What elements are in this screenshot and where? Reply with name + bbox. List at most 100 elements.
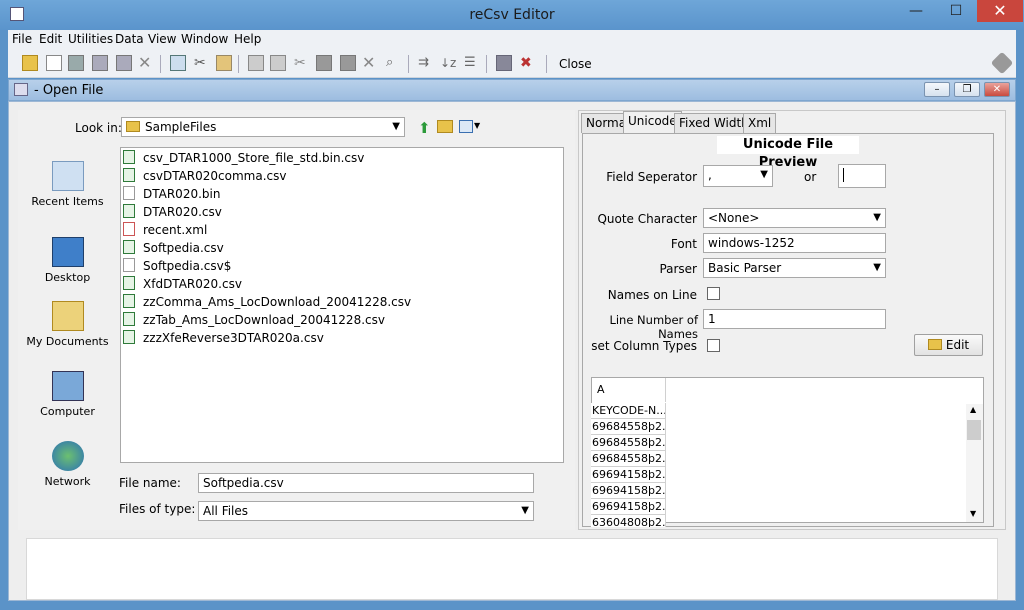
edit-button[interactable]: Edit (914, 334, 983, 356)
file-list-item[interactable]: recent.xml (121, 221, 563, 239)
cut-icon[interactable]: ✂ (194, 55, 210, 71)
font-input[interactable]: windows-1252 (703, 233, 886, 253)
grid-cell[interactable]: 69684558þ2... (591, 451, 666, 467)
files-of-type-combo[interactable]: All Files ▼ (198, 501, 534, 521)
layout-editor-icon[interactable] (496, 55, 512, 71)
grid-cell[interactable]: 69694158þ2... (591, 467, 666, 483)
place-recent-items[interactable]: Recent Items (18, 161, 117, 208)
up-folder-icon[interactable]: ⬆ (418, 119, 431, 137)
view-menu-icon[interactable] (459, 120, 473, 133)
file-list-item[interactable]: zzTab_Ams_LocDownload_20041228.csv (121, 311, 563, 329)
csv-file-icon (123, 330, 135, 344)
field-separator-combo[interactable]: , ▼ (703, 165, 773, 187)
frame-minimize-button[interactable]: – (924, 82, 950, 97)
paste-prior-icon[interactable] (340, 55, 356, 71)
file-list-item[interactable]: DTAR020.csv (121, 203, 563, 221)
paste-record-icon[interactable] (316, 55, 332, 71)
menu-edit[interactable]: Edit (39, 32, 62, 46)
menu-data[interactable]: Data (115, 32, 144, 46)
field-separator-label: Field Seperator (606, 170, 697, 184)
delete-record-icon[interactable]: ✕ (362, 55, 378, 71)
copy-record-icon[interactable] (270, 55, 286, 71)
file-list-item[interactable]: csvDTAR020comma.csv (121, 167, 563, 185)
quote-character-label: Quote Character (597, 212, 697, 226)
quote-character-combo[interactable]: <None> ▼ (703, 208, 886, 228)
frame-maximize-button[interactable]: ❐ (954, 82, 980, 97)
find-icon[interactable]: ⌕ (386, 55, 402, 71)
new-folder-icon[interactable] (437, 120, 453, 133)
place-desktop[interactable]: Desktop (18, 237, 117, 284)
look-in-value: SampleFiles (145, 120, 217, 134)
tools-icon[interactable]: ✖ (520, 55, 536, 71)
network-icon (51, 441, 84, 471)
font-label: Font (670, 237, 697, 251)
file-name-input[interactable]: Softpedia.csv (198, 473, 534, 493)
line-number-input[interactable]: 1 (703, 309, 886, 329)
file-name: DTAR020.bin (143, 187, 221, 201)
maximize-button[interactable]: ☐ (937, 0, 975, 22)
minimize-button[interactable]: — (897, 0, 935, 22)
file-name: XfdDTAR020.csv (143, 277, 242, 291)
parser-combo[interactable]: Basic Parser ▼ (703, 258, 886, 278)
names-on-line-checkbox[interactable] (707, 287, 720, 300)
grid-cell[interactable]: 69694158þ2... (591, 483, 666, 499)
export-icon[interactable] (116, 55, 132, 71)
file-list-item[interactable]: zzComma_Ams_LocDownload_20041228.csv (121, 293, 563, 311)
new-record-icon[interactable] (248, 55, 264, 71)
scroll-thumb[interactable] (967, 420, 981, 440)
sort-icon[interactable]: ↓z (440, 55, 456, 71)
menu-file[interactable]: File (12, 32, 32, 46)
place-my-documents[interactable]: My Documents (18, 301, 117, 348)
save-icon[interactable] (68, 55, 84, 71)
grid-cell[interactable]: 69694158þ2... (591, 499, 666, 515)
paste-icon[interactable] (216, 55, 232, 71)
menu-view[interactable]: View (148, 32, 176, 46)
window-title: reCsv Editor (469, 7, 555, 23)
save-as-icon[interactable] (92, 55, 108, 71)
grid-cell[interactable]: 69684558þ2... (591, 419, 666, 435)
menu-help[interactable]: Help (234, 32, 261, 46)
scroll-up-icon[interactable]: ▲ (970, 405, 976, 414)
csv-file-icon (123, 150, 135, 164)
preview-scrollbar[interactable]: ▲ ▼ (966, 404, 983, 522)
file-list-item[interactable]: csv_DTAR1000_Store_file_std.bin.csv (121, 149, 563, 167)
open-folder-icon[interactable] (22, 55, 38, 71)
copy-icon[interactable] (170, 55, 186, 71)
tab-xml[interactable]: Xml (743, 113, 777, 133)
table-view-icon[interactable]: ☰ (464, 55, 480, 71)
new-file-icon[interactable] (46, 55, 62, 71)
close-window-button[interactable]: ✕ (977, 0, 1023, 22)
place-computer[interactable]: Computer (18, 371, 117, 418)
place-network[interactable]: Network (18, 441, 117, 488)
places-bar: Recent Items Desktop My Documents Comput… (18, 147, 117, 522)
file-list-item[interactable]: Softpedia.csv (121, 239, 563, 257)
grid-cell[interactable]: KEYCODE-N... (591, 403, 666, 419)
frame-close-button[interactable]: ✕ (984, 82, 1010, 97)
grid-cell[interactable]: 69684558þ2... (591, 435, 666, 451)
tab-fixed-width[interactable]: Fixed Width (674, 113, 754, 133)
look-in-combo[interactable]: SampleFiles ▼ (121, 117, 405, 137)
file-list-item[interactable]: zzzXfeReverse3DTAR020a.csv (121, 329, 563, 347)
set-column-types-checkbox[interactable] (707, 339, 720, 352)
file-list-item[interactable]: XfdDTAR020.csv (121, 275, 563, 293)
close-toolbar-button[interactable]: Close (559, 57, 592, 71)
view-menu-chevron-icon[interactable]: ▼ (474, 121, 480, 130)
toolbar-separator (238, 55, 239, 73)
help-diamond-icon[interactable] (990, 51, 1014, 75)
menu-utilities[interactable]: Utilities (68, 32, 113, 46)
tab-unicode[interactable]: Unicode (623, 111, 682, 134)
delete-icon[interactable]: ✕ (138, 55, 154, 71)
file-list-item[interactable]: Softpedia.csv$ (121, 257, 563, 275)
grid-cell[interactable]: 63604808þ2... (591, 515, 666, 527)
filter-icon[interactable]: ⇉ (418, 55, 434, 71)
files-of-type-value: All Files (203, 504, 249, 518)
place-label: My Documents (26, 335, 109, 348)
column-header-a[interactable]: A (592, 378, 666, 402)
menu-window[interactable]: Window (181, 32, 228, 46)
scroll-down-icon[interactable]: ▼ (970, 509, 976, 518)
folder-icon (126, 121, 140, 132)
file-list[interactable]: csv_DTAR1000_Store_file_std.bin.csv csvDT… (120, 147, 564, 463)
cut-record-icon[interactable]: ✂ (294, 55, 310, 71)
custom-separator-input[interactable] (838, 164, 886, 188)
file-list-item[interactable]: DTAR020.bin (121, 185, 563, 203)
